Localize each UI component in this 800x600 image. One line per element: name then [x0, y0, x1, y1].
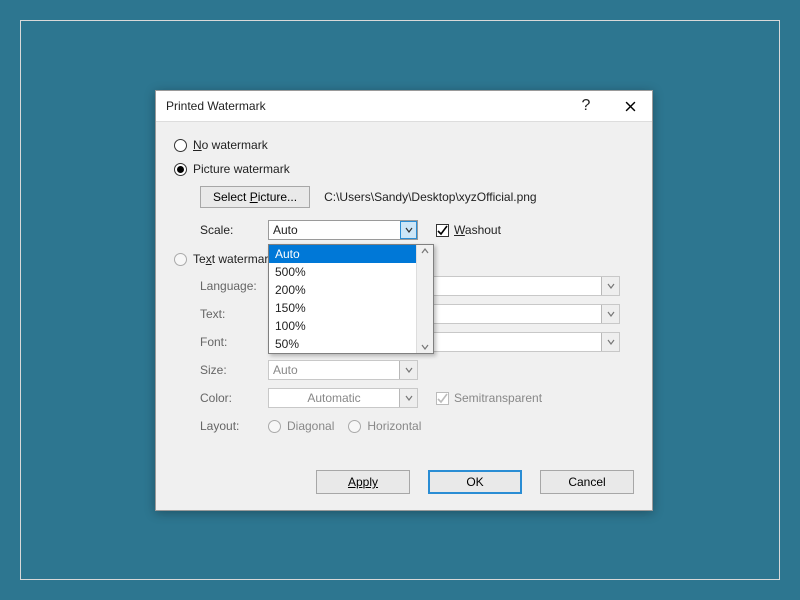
dialog-footer: Apply OK Cancel [156, 456, 652, 510]
size-value: Auto [273, 363, 399, 377]
layout-horizontal-label[interactable]: Horizontal [367, 419, 421, 433]
dialog-title: Printed Watermark [166, 99, 564, 113]
language-label: Language: [200, 279, 268, 293]
scale-option-50[interactable]: 50% [269, 335, 433, 353]
chevron-down-icon [421, 343, 429, 351]
scale-combo[interactable]: Auto [268, 220, 418, 240]
text-watermark-label: Text watermark [193, 252, 274, 266]
close-button[interactable] [608, 91, 652, 121]
scale-row: Scale: Auto Washout [200, 216, 634, 244]
picture-watermark-option[interactable]: Picture watermark [174, 158, 634, 180]
color-row: Color: Automatic Semitransparent [200, 384, 634, 412]
cancel-button[interactable]: Cancel [540, 470, 634, 494]
dialog-body: No watermark Picture watermark Select Pi… [156, 122, 652, 456]
layout-row: Layout: Diagonal Horizontal [200, 412, 634, 440]
radio-icon [174, 253, 187, 266]
chevron-down-icon[interactable] [601, 333, 619, 351]
semitransparent-label: Semitransparent [454, 391, 542, 405]
scale-option-150[interactable]: 150% [269, 299, 433, 317]
scale-option-100[interactable]: 100% [269, 317, 433, 335]
radio-icon [348, 420, 361, 433]
scale-label: Scale: [200, 223, 268, 237]
titlebar: Printed Watermark ? [156, 91, 652, 122]
color-label: Color: [200, 391, 268, 405]
picture-path: C:\Users\Sandy\Desktop\xyzOfficial.png [324, 190, 537, 204]
text-label: Text: [200, 307, 268, 321]
chevron-down-icon[interactable] [399, 389, 417, 407]
radio-icon [174, 139, 187, 152]
chevron-down-icon[interactable] [601, 277, 619, 295]
printed-watermark-dialog: Printed Watermark ? No watermark Picture… [155, 90, 653, 511]
scale-dropdown-list[interactable]: Auto 500% 200% 150% 100% 50% [268, 244, 434, 354]
picture-watermark-label: Picture watermark [193, 162, 290, 176]
scale-option-auto[interactable]: Auto [269, 245, 433, 263]
radio-icon [268, 420, 281, 433]
scrollbar[interactable] [416, 245, 433, 353]
ok-button[interactable]: OK [428, 470, 522, 494]
size-row: Size: Auto [200, 356, 634, 384]
radio-icon [174, 163, 187, 176]
chevron-down-icon[interactable] [400, 221, 417, 239]
chevron-up-icon [421, 247, 429, 255]
scale-value: Auto [273, 223, 399, 237]
no-watermark-label: No watermark [193, 138, 268, 152]
scale-option-500[interactable]: 500% [269, 263, 433, 281]
washout-checkbox[interactable] [436, 224, 449, 237]
chevron-down-icon[interactable] [601, 305, 619, 323]
apply-button[interactable]: Apply [316, 470, 410, 494]
color-combo[interactable]: Automatic [268, 388, 418, 408]
layout-label: Layout: [200, 419, 268, 433]
color-value: Automatic [269, 391, 399, 405]
layout-diagonal-label[interactable]: Diagonal [287, 419, 334, 433]
no-watermark-option[interactable]: No watermark [174, 134, 634, 156]
select-picture-button[interactable]: Select Picture... [200, 186, 310, 208]
semitransparent-checkbox[interactable] [436, 392, 449, 405]
close-icon [625, 101, 636, 112]
washout-label: Washout [454, 223, 501, 237]
size-combo[interactable]: Auto [268, 360, 418, 380]
select-picture-row: Select Picture... C:\Users\Sandy\Desktop… [200, 186, 634, 208]
font-label: Font: [200, 335, 268, 349]
picture-watermark-group: Select Picture... C:\Users\Sandy\Desktop… [200, 186, 634, 244]
chevron-down-icon[interactable] [399, 361, 417, 379]
size-label: Size: [200, 363, 268, 377]
app-background: Printed Watermark ? No watermark Picture… [0, 0, 800, 600]
help-button[interactable]: ? [564, 91, 608, 121]
scale-option-200[interactable]: 200% [269, 281, 433, 299]
